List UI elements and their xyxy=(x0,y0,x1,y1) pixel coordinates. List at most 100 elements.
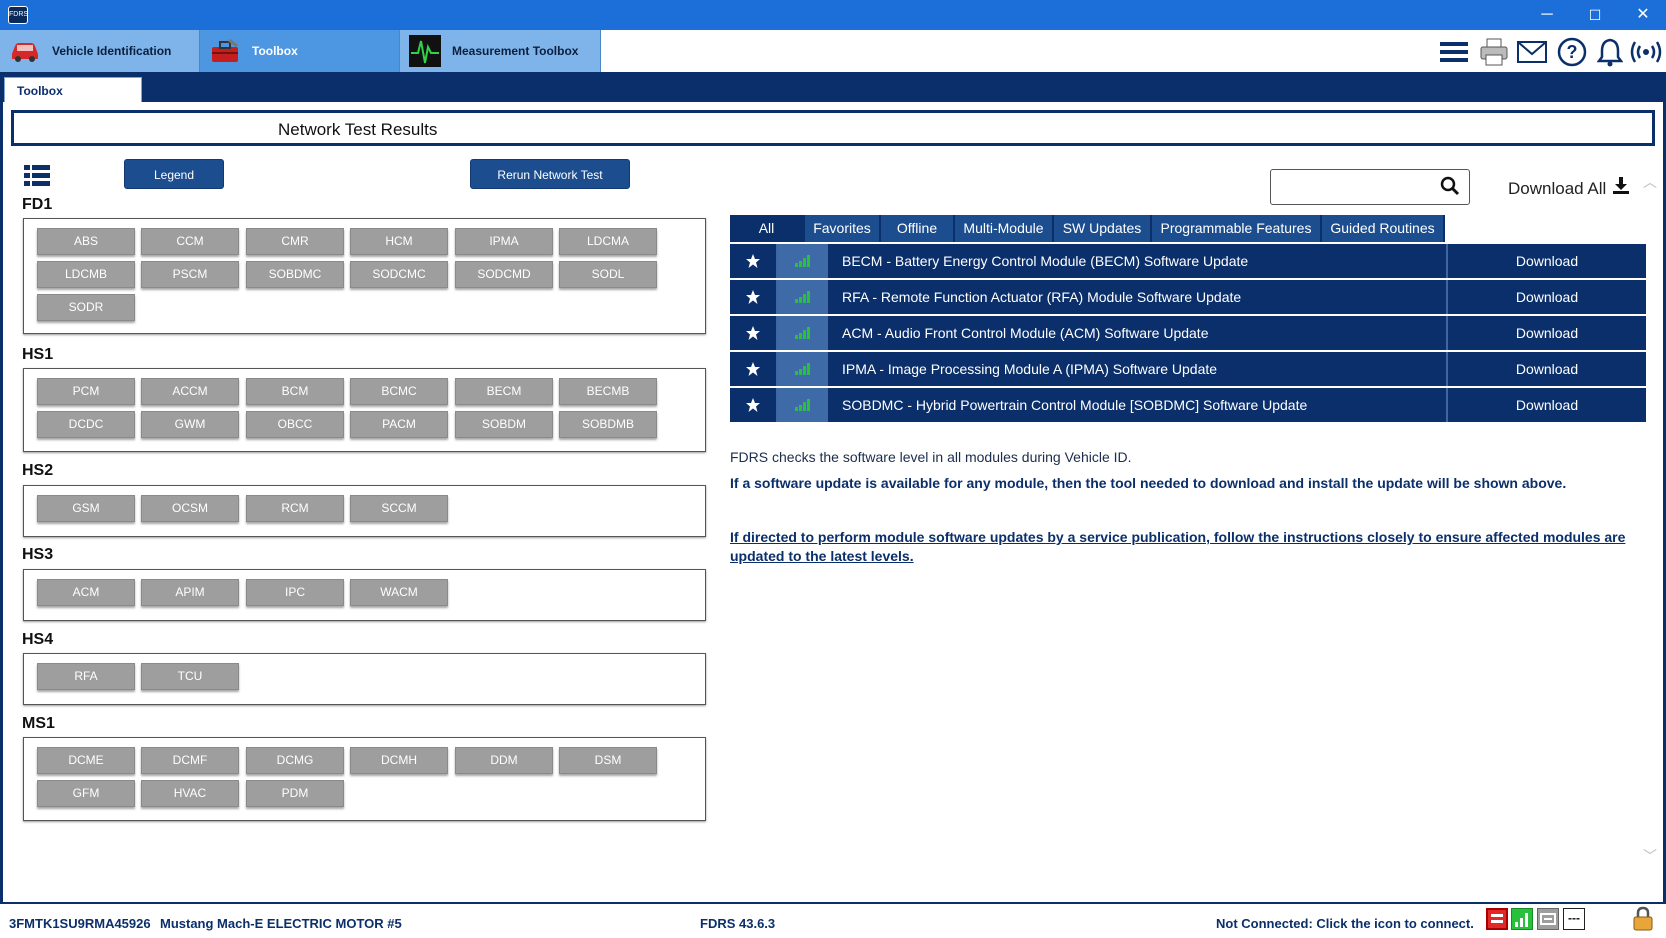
tab-vehicle-identification[interactable]: Vehicle Identification xyxy=(0,30,200,72)
module-button[interactable]: SOBDMB xyxy=(559,411,657,438)
device-status-icon[interactable] xyxy=(1537,908,1559,930)
legend-button[interactable]: Legend xyxy=(124,159,224,189)
module-button[interactable]: BECM xyxy=(455,378,553,405)
signal-strength-icon xyxy=(778,388,828,422)
module-button[interactable]: RCM xyxy=(246,495,344,522)
module-button[interactable]: GSM xyxy=(37,495,135,522)
filter-tab-favorites[interactable]: Favorites xyxy=(805,215,881,242)
car-icon xyxy=(8,36,42,66)
module-button[interactable]: BCMC xyxy=(350,378,448,405)
module-button[interactable]: SODL xyxy=(559,261,657,288)
filter-tab-programmable-features[interactable]: Programmable Features xyxy=(1152,215,1322,242)
scroll-down-icon[interactable]: ﹀ xyxy=(1643,846,1657,866)
group-label-hs1: HS1 xyxy=(22,346,54,363)
module-button[interactable]: OCSM xyxy=(141,495,239,522)
module-button[interactable]: WACM xyxy=(350,579,448,606)
module-button[interactable]: DCDC xyxy=(37,411,135,438)
module-button[interactable]: HCM xyxy=(350,228,448,255)
favorite-star-icon[interactable] xyxy=(730,244,778,278)
info-text-update-available: If a software update is available for an… xyxy=(730,475,1567,491)
update-row: BECM - Battery Energy Control Module (BE… xyxy=(730,244,1646,278)
module-button[interactable]: TCU xyxy=(141,663,239,690)
rerun-network-test-button[interactable]: Rerun Network Test xyxy=(470,159,630,189)
version-text: FDRS 43.6.3 xyxy=(700,916,776,931)
favorite-star-icon[interactable] xyxy=(730,316,778,350)
mail-icon[interactable] xyxy=(1516,36,1548,68)
signal-status-icon[interactable] xyxy=(1511,908,1533,930)
module-button[interactable]: LDCMB xyxy=(37,261,135,288)
module-button[interactable]: PSCM xyxy=(141,261,239,288)
filter-tab-all[interactable]: All xyxy=(730,215,805,242)
download-all-button[interactable]: Download All xyxy=(1508,177,1630,200)
help-icon[interactable]: ? xyxy=(1556,36,1588,68)
module-button[interactable]: HVAC xyxy=(141,780,239,807)
tab-toolbox[interactable]: Toolbox xyxy=(200,30,400,72)
module-button[interactable]: ACCM xyxy=(141,378,239,405)
printer-icon[interactable] xyxy=(1478,36,1510,68)
module-button[interactable]: ABS xyxy=(37,228,135,255)
module-button[interactable]: SODCMD xyxy=(455,261,553,288)
update-description: RFA - Remote Function Actuator (RFA) Mod… xyxy=(842,289,1242,305)
favorite-star-icon[interactable] xyxy=(730,352,778,386)
module-button[interactable]: SOBDM xyxy=(455,411,553,438)
tab-toolbox-sub[interactable]: Toolbox xyxy=(4,77,142,102)
module-button[interactable]: DCME xyxy=(37,747,135,774)
module-button[interactable]: IPMA xyxy=(455,228,553,255)
lock-icon[interactable] xyxy=(1632,906,1654,932)
scroll-up-icon[interactable]: ︿ xyxy=(1643,172,1657,192)
module-button[interactable]: DSM xyxy=(559,747,657,774)
minimize-button[interactable]: ─ xyxy=(1524,0,1570,30)
module-button[interactable]: CCM xyxy=(141,228,239,255)
module-button[interactable]: BECMB xyxy=(559,378,657,405)
module-button[interactable]: DDM xyxy=(455,747,553,774)
favorite-star-icon[interactable] xyxy=(730,280,778,314)
module-button[interactable]: PDM xyxy=(246,780,344,807)
tab-measurement-toolbox[interactable]: Measurement Toolbox xyxy=(400,30,601,72)
module-button[interactable]: LDCMA xyxy=(559,228,657,255)
download-button[interactable]: Download xyxy=(1446,244,1646,278)
bell-icon[interactable] xyxy=(1594,36,1626,68)
module-button[interactable]: ACM xyxy=(37,579,135,606)
module-button[interactable]: GWM xyxy=(141,411,239,438)
group-box-hs4: RFA TCU xyxy=(23,653,706,705)
download-button[interactable]: Download xyxy=(1446,352,1646,386)
module-button[interactable]: DCMH xyxy=(350,747,448,774)
module-button[interactable]: OBCC xyxy=(246,411,344,438)
module-button[interactable]: BCM xyxy=(246,378,344,405)
list-view-icon[interactable] xyxy=(24,165,50,192)
filter-tab-offline[interactable]: Offline xyxy=(881,215,955,242)
module-button[interactable]: SODCMC xyxy=(350,261,448,288)
module-button[interactable]: APIM xyxy=(141,579,239,606)
maximize-button[interactable]: ☐ xyxy=(1572,0,1618,30)
module-button[interactable]: DCMF xyxy=(141,747,239,774)
download-button[interactable]: Download xyxy=(1446,316,1646,350)
app-icon: FDRS xyxy=(8,6,28,24)
module-button[interactable]: SODR xyxy=(37,294,135,321)
toolbox-icon xyxy=(208,36,242,66)
download-button[interactable]: Download xyxy=(1446,388,1646,422)
service-publication-link[interactable]: If directed to perform module software u… xyxy=(730,528,1638,566)
module-button[interactable]: SOBDMC xyxy=(246,261,344,288)
module-button[interactable]: PCM xyxy=(37,378,135,405)
update-row: ACM - Audio Front Control Module (ACM) S… xyxy=(730,316,1646,350)
download-button[interactable]: Download xyxy=(1446,280,1646,314)
menu-icon[interactable] xyxy=(1438,36,1470,68)
filter-tab-guided-routines[interactable]: Guided Routines xyxy=(1322,215,1445,242)
favorite-star-icon[interactable] xyxy=(730,388,778,422)
module-button[interactable]: SCCM xyxy=(350,495,448,522)
module-button[interactable]: RFA xyxy=(37,663,135,690)
module-button[interactable]: DCMG xyxy=(246,747,344,774)
module-button[interactable]: GFM xyxy=(37,780,135,807)
module-button[interactable]: IPC xyxy=(246,579,344,606)
search-icon[interactable] xyxy=(1440,176,1460,196)
close-button[interactable]: ✕ xyxy=(1620,0,1666,30)
filter-tab-sw-updates[interactable]: SW Updates xyxy=(1054,215,1152,242)
wireless-icon[interactable] xyxy=(1628,36,1664,68)
module-button[interactable]: CMR xyxy=(246,228,344,255)
group-label-hs4: HS4 xyxy=(22,631,54,648)
vci-red-icon[interactable] xyxy=(1486,908,1508,930)
module-button[interactable]: PACM xyxy=(350,411,448,438)
group-label-hs2: HS2 xyxy=(22,462,54,479)
download-all-label: Download All xyxy=(1508,178,1607,198)
filter-tab-multi-module[interactable]: Multi-Module xyxy=(955,215,1054,242)
